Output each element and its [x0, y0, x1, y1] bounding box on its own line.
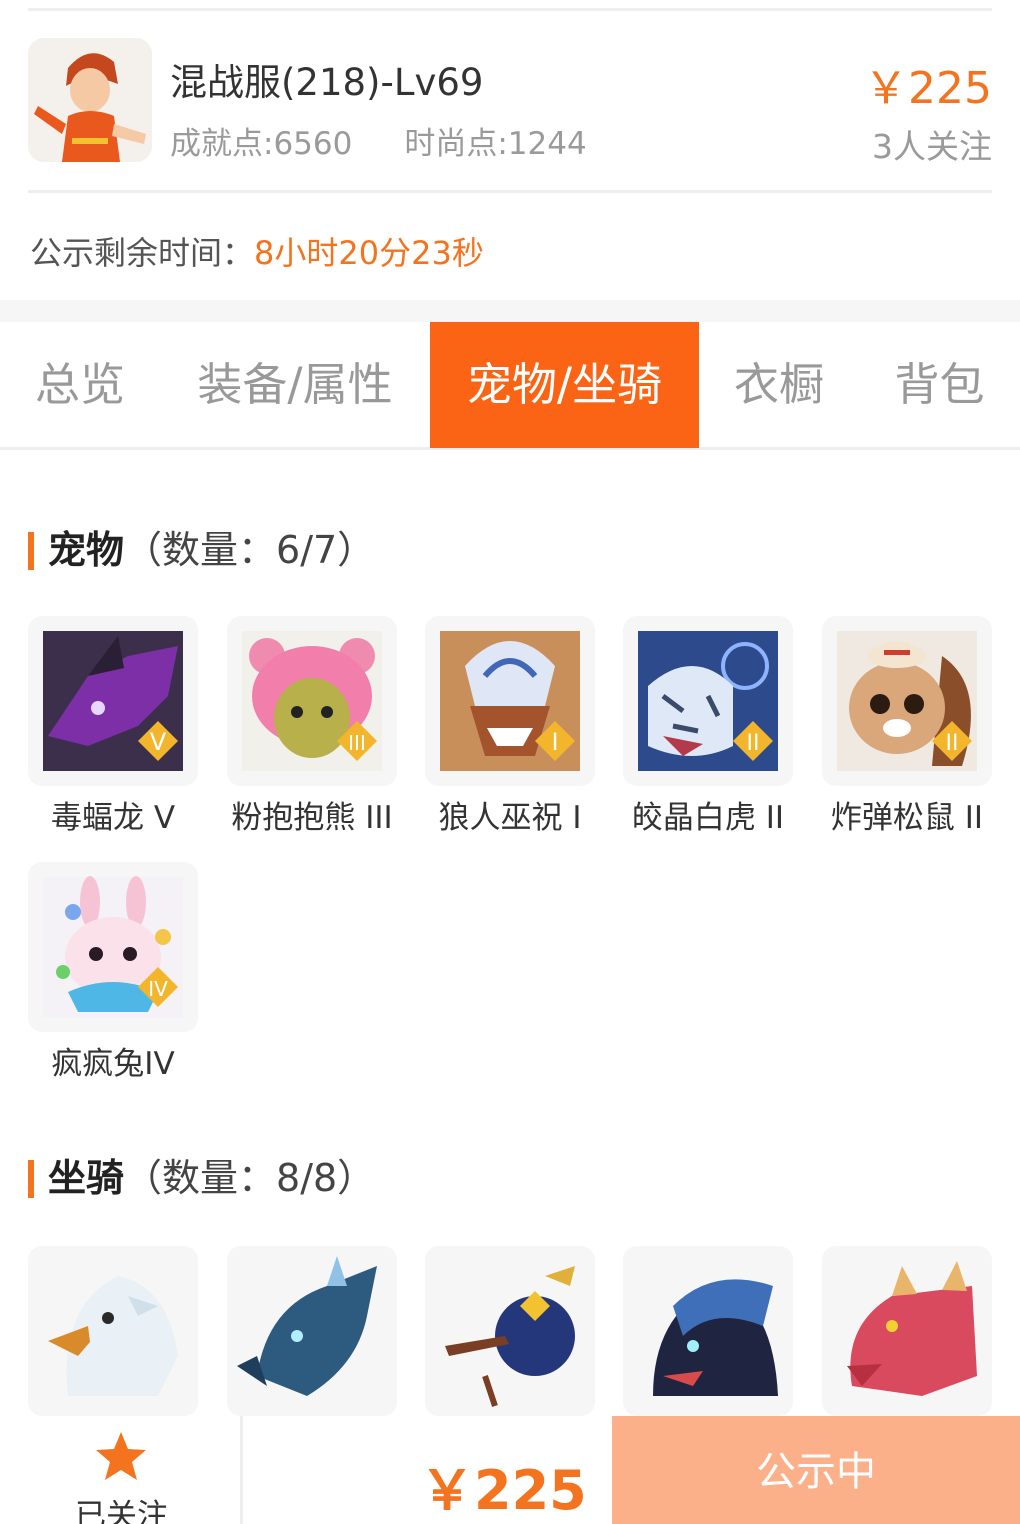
pet-tile[interactable]: III: [227, 616, 397, 786]
pet-tile[interactable]: I: [425, 616, 595, 786]
pet-name: 炸弹松鼠 II: [830, 800, 984, 836]
svg-text:V: V: [150, 728, 167, 756]
character-name: 混战服(218)-Lv69: [170, 61, 484, 104]
fashion-points: 时尚点:1244: [404, 126, 587, 162]
pet-name: 粉抱抱熊 III: [231, 800, 393, 836]
red-dragon-icon: [822, 1246, 992, 1416]
mount-tile[interactable]: [28, 1246, 198, 1416]
pet-name: 毒蝠龙 V: [50, 800, 176, 836]
tab-overview[interactable]: 总览: [0, 322, 160, 448]
pink-hug-bear-icon: III: [242, 631, 382, 771]
white-eagle-icon: [28, 1246, 198, 1416]
character-summary[interactable]: 混战服(218)-Lv69 成就点:6560 时尚点:1244 ￥225 3人关注: [28, 36, 992, 176]
follower-count: 3人关注: [872, 127, 992, 166]
public-notice-button[interactable]: 公示中: [612, 1416, 1020, 1524]
character-avatar: [28, 38, 152, 162]
pet-tile[interactable]: II: [623, 616, 793, 786]
crystal-white-tiger-icon: II: [638, 631, 778, 771]
mounts-title: 坐骑: [48, 1156, 125, 1200]
svg-text:I: I: [551, 728, 558, 756]
crazy-rabbit-icon: IV: [43, 876, 183, 1017]
pets-count: （数量：6/7）: [124, 528, 376, 572]
follow-label: 已关注: [75, 1498, 168, 1524]
mount-tile[interactable]: [623, 1246, 793, 1416]
tab-pets-mounts[interactable]: 宠物/坐骑: [430, 322, 699, 448]
bomb-squirrel-icon: II: [837, 631, 977, 771]
pets-title: 宠物: [48, 528, 125, 572]
star-icon: [96, 1432, 146, 1480]
listing-price: ￥225: [864, 63, 992, 114]
top-divider: [28, 8, 992, 11]
tab-bar: 总览 装备/属性 宠物/坐骑 衣橱 背包: [0, 322, 1020, 450]
pet-name: 皎晶白虎 II: [631, 800, 785, 836]
svg-text:II: II: [747, 731, 760, 756]
armored-panther-icon: [623, 1246, 793, 1416]
mount-tile[interactable]: [425, 1246, 595, 1416]
section-gap: [0, 300, 1020, 322]
svg-text:III: III: [348, 731, 366, 755]
bottom-price: ￥225: [420, 1459, 587, 1522]
mount-tile[interactable]: [227, 1246, 397, 1416]
pet-tile[interactable]: II: [822, 616, 992, 786]
divider: [28, 190, 992, 193]
werewolf-shaman-icon: I: [440, 631, 580, 771]
mount-tile[interactable]: [822, 1246, 992, 1416]
pets-section-title: 宠物（数量：6/7）: [28, 528, 375, 572]
pet-tile[interactable]: V: [28, 616, 198, 786]
svg-text:IV: IV: [148, 977, 168, 1001]
pet-name: 疯疯兔IV: [51, 1046, 175, 1082]
bottom-action-bar: 已关注 ￥225 公示中: [0, 1416, 1020, 1524]
countdown-value: 8小时20分23秒: [254, 234, 484, 272]
mounts-section-title: 坐骑（数量：8/8）: [28, 1156, 375, 1200]
character-stats: 成就点:6560 时尚点:1244: [170, 118, 587, 163]
poison-bat-dragon-icon: V: [43, 631, 183, 771]
pet-tile[interactable]: IV: [28, 862, 198, 1032]
countdown-label: 公示剩余时间：: [30, 234, 255, 272]
achievement-points: 成就点:6560: [170, 126, 353, 162]
tab-bag[interactable]: 背包: [859, 322, 1020, 448]
blue-dragon-icon: [227, 1246, 397, 1416]
mounts-count: （数量：8/8）: [124, 1156, 376, 1200]
svg-text:II: II: [946, 731, 959, 756]
countdown: 公示剩余时间：8小时20分23秒: [30, 228, 484, 274]
tab-wardrobe[interactable]: 衣橱: [699, 322, 859, 448]
tab-equipment[interactable]: 装备/属性: [160, 322, 430, 448]
follow-button[interactable]: 已关注: [0, 1416, 243, 1524]
broom-orb-icon: [425, 1246, 595, 1416]
pet-name: 狼人巫祝 I: [438, 800, 582, 836]
